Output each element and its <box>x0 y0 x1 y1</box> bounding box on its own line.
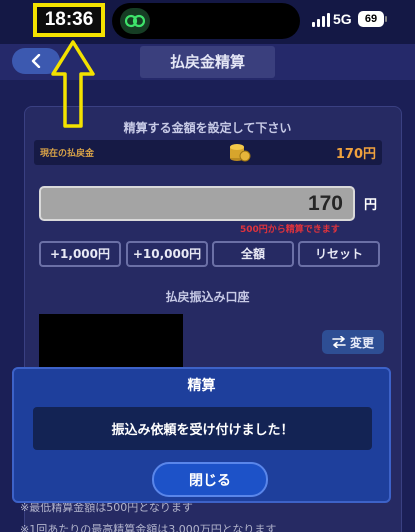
account-section-title: 払戻振込み口座 <box>165 290 250 304</box>
balance-label: 現在の払戻金 <box>40 149 95 159</box>
current-balance-row: 現在の払戻金 170円 <box>34 140 382 165</box>
all-amount-button[interactable]: 全額 <box>212 241 294 267</box>
reset-button[interactable]: リセット <box>298 241 380 267</box>
status-time: 18:36 <box>33 3 105 37</box>
modal-message-text: 振込み依頼を受け付けました！ <box>111 423 294 438</box>
account-info-redacted <box>39 314 183 368</box>
annotation-arrow <box>51 40 95 128</box>
network-type: 5G <box>333 11 352 27</box>
amount-unit: 円 <box>364 198 378 213</box>
amount-input[interactable] <box>39 186 355 221</box>
balance-value: 170円 <box>335 147 376 162</box>
status-bar: 18:36 5G 69 <box>0 0 415 44</box>
minimum-note: 500円から精算できます <box>240 225 340 235</box>
modal-title: 精算 <box>187 378 216 394</box>
battery-icon: 69 <box>358 11 387 27</box>
change-account-button[interactable]: 変更 <box>322 330 384 354</box>
modal-message: 振込み依頼を受け付けました！ <box>33 407 372 450</box>
confirmation-modal: 精算 振込み依頼を受け付けました！ 閉じる <box>12 367 391 503</box>
dynamic-island <box>112 3 300 39</box>
chevron-left-icon <box>31 54 41 68</box>
swap-arrows-icon <box>332 336 346 348</box>
link-icon <box>120 8 150 34</box>
page-title: 払戻金精算 <box>140 46 275 78</box>
signal-icon <box>312 13 330 27</box>
change-label: 変更 <box>349 335 374 350</box>
close-button[interactable]: 閉じる <box>152 462 268 497</box>
note-maximum: ※1回あたりの最高精算金額は3,000万円となります <box>20 523 277 532</box>
add-10000-button[interactable]: +10,000円 <box>126 241 208 267</box>
add-1000-button[interactable]: +1,000円 <box>39 241 121 267</box>
coin-stack-icon <box>230 144 251 162</box>
